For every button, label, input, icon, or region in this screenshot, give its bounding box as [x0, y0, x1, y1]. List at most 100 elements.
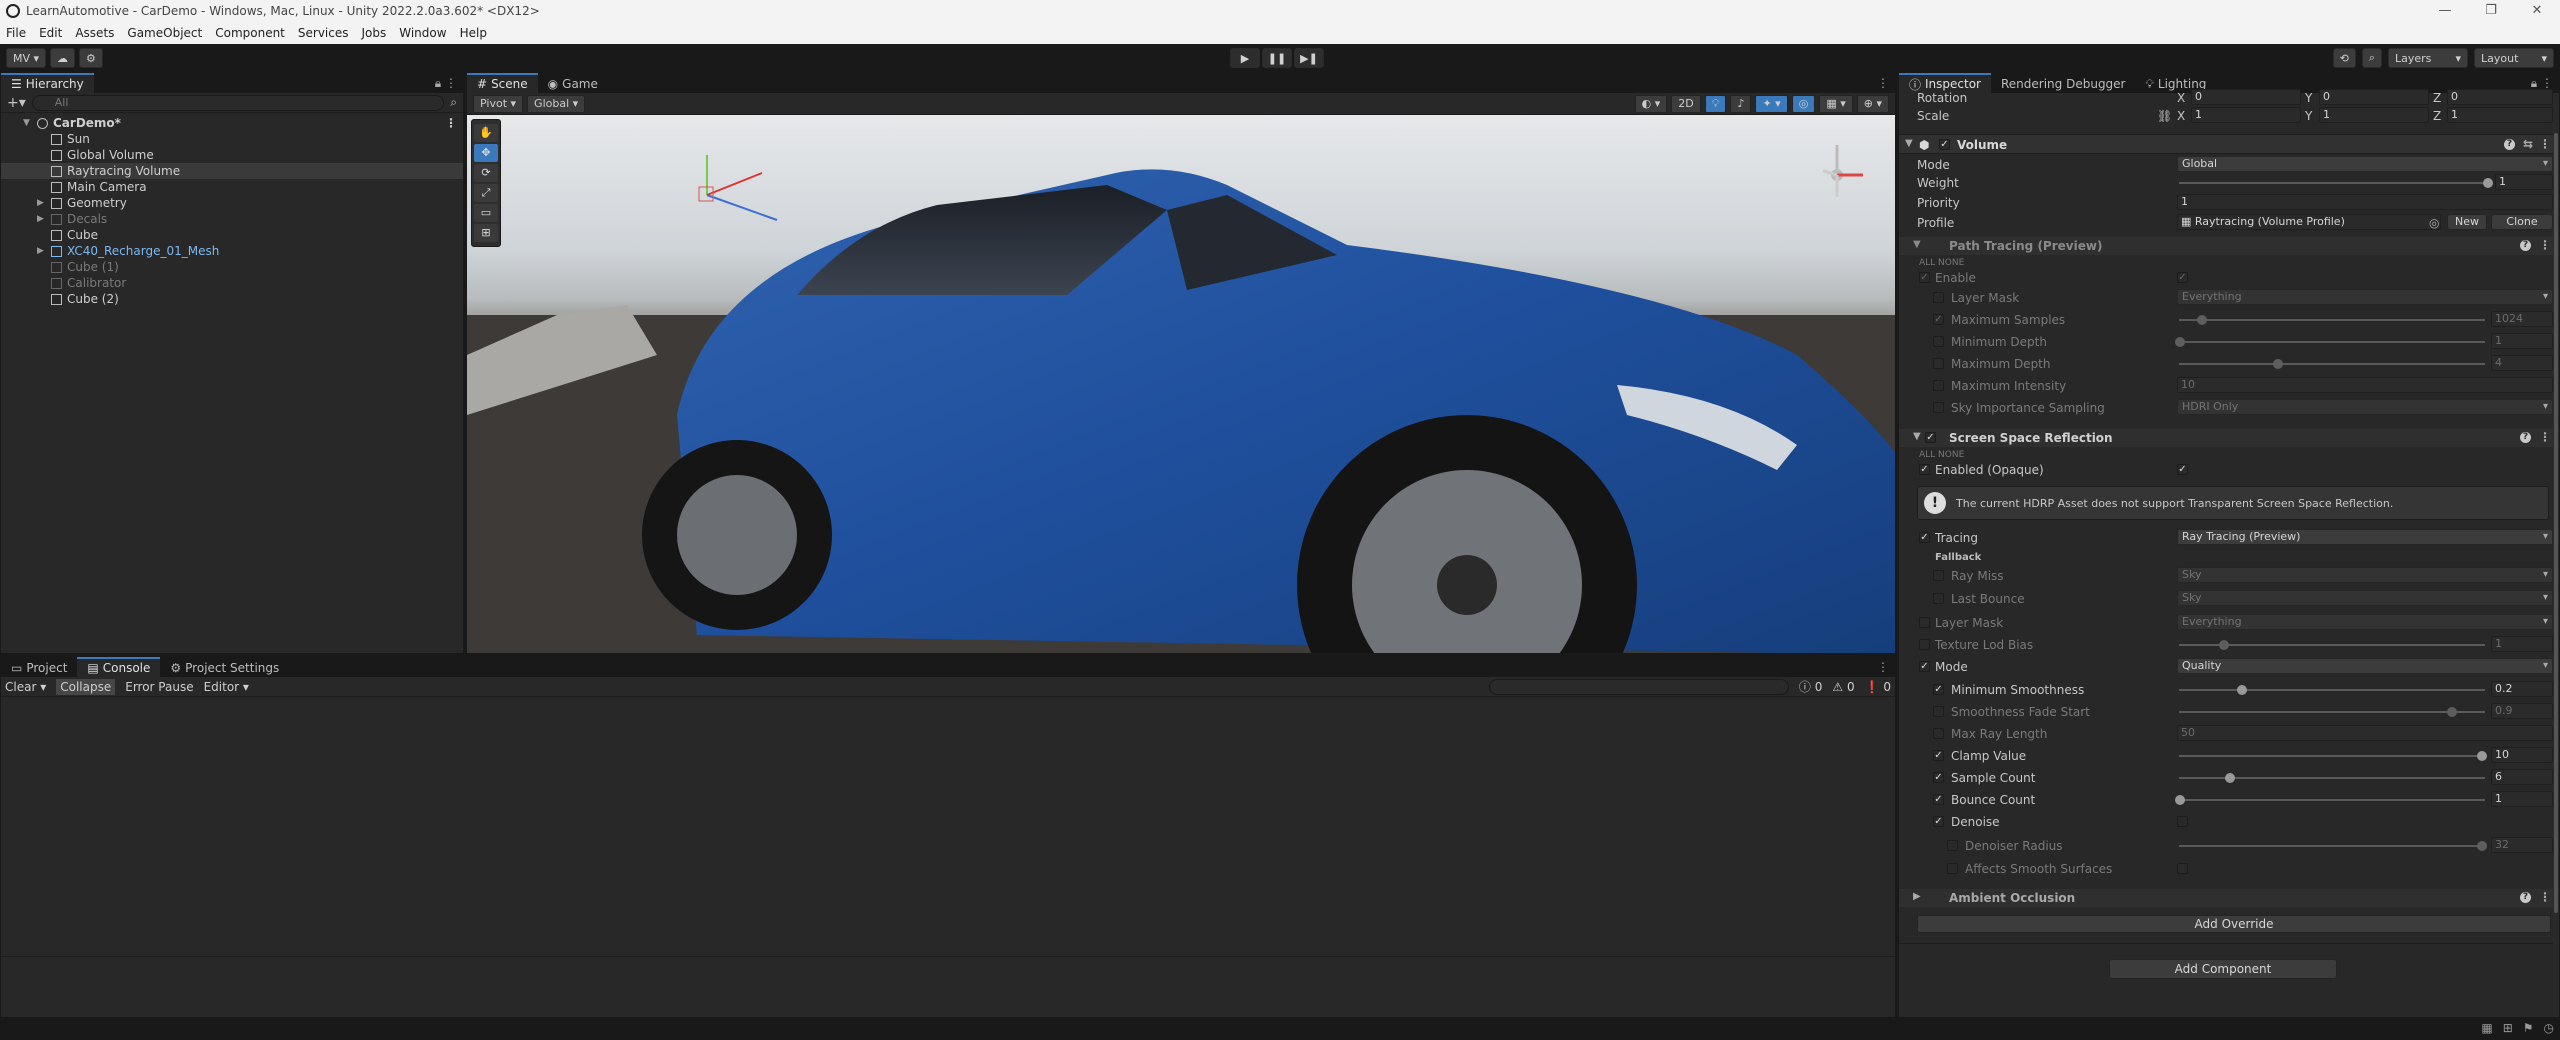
context-menu-icon[interactable]: ⋮	[2539, 890, 2551, 904]
ssr-texture-lod-field[interactable]: 1	[2491, 636, 2553, 652]
hierarchy-item[interactable]: Sun	[1, 131, 463, 147]
hierarchy-item[interactable]: ▶ Geometry	[1, 195, 463, 211]
collab-icon[interactable]: ⚙	[79, 48, 103, 68]
rotation-y-field[interactable]: 0	[2319, 89, 2429, 105]
global-dropdown[interactable]: Global ▾	[527, 94, 586, 113]
gizmos-icon[interactable]: ⊕ ▾	[1856, 94, 1889, 113]
menu-window[interactable]: Window	[399, 26, 446, 40]
help-icon[interactable]: ?	[2520, 432, 2531, 443]
editor-dropdown[interactable]: Editor ▾	[204, 680, 249, 694]
object-picker-icon[interactable]: ◎	[2429, 216, 2439, 230]
pt-enable-checkbox[interactable]: ✓	[2177, 272, 2188, 283]
scene-viewport[interactable]: ✋ ✥ ⟳ ⤢ ▭ ⊞	[467, 115, 1895, 653]
maximize-button[interactable]: ❐	[2468, 0, 2514, 22]
ssr-layer-mask-override-checkbox[interactable]	[1919, 617, 1930, 628]
tab-project-settings[interactable]: ⚙ Project Settings	[160, 657, 290, 677]
ssr-smooth-fade-slider-track[interactable]	[2179, 711, 2485, 713]
add-icon[interactable]: +▾	[7, 95, 26, 111]
clear-button[interactable]: Clear ▾	[5, 680, 46, 694]
menu-assets[interactable]: Assets	[75, 26, 114, 40]
expand-arrow-icon[interactable]: ▶	[37, 211, 47, 227]
scale-y-field[interactable]: 1	[2319, 107, 2429, 123]
expand-arrow-icon[interactable]: ▶	[37, 243, 47, 259]
pt-enable-override-checkbox[interactable]: ✓	[1919, 272, 1930, 283]
move-tool-icon[interactable]: ✥	[474, 144, 498, 162]
ssr-sample-count-slider-knob[interactable]	[2225, 773, 2235, 783]
ssr-bounce-count-slider-track[interactable]	[2179, 799, 2485, 801]
ssr-denoise-override-checkbox[interactable]: ✓	[1933, 816, 1944, 827]
pt-max-depth-slider-knob[interactable]	[2273, 359, 2283, 369]
volume-priority-field[interactable]: 1	[2177, 194, 2553, 210]
hierarchy-search-input[interactable]: All	[31, 94, 445, 111]
hierarchy-item[interactable]: Main Camera	[1, 179, 463, 195]
filter-icon[interactable]: ⌕	[450, 95, 457, 110]
scale-z-field[interactable]: 1	[2447, 107, 2553, 123]
scale-x-field[interactable]: 1	[2191, 107, 2301, 123]
ssr-clamp-slider-track[interactable]	[2179, 755, 2485, 757]
pt-max-samples-slider-track[interactable]	[2179, 319, 2485, 321]
ssr-min-smooth-slider-track[interactable]	[2179, 689, 2485, 691]
hidden-objects-icon[interactable]: ◎	[1791, 94, 1816, 113]
ambient-occlusion-header[interactable]: ▶ Ambient Occlusion ? ⋮	[1899, 889, 2559, 907]
bake-icon[interactable]: ▦	[2481, 1021, 2492, 1035]
ssr-affects-smooth-override-checkbox[interactable]	[1947, 863, 1958, 874]
ssr-clamp-override-checkbox[interactable]: ✓	[1933, 750, 1944, 761]
orientation-gizmo[interactable]	[1822, 145, 1863, 197]
ssr-denoiser-radius-override-checkbox[interactable]	[1947, 840, 1958, 851]
tab-scene[interactable]: # Scene	[467, 73, 538, 93]
pt-min-depth-slider-track[interactable]	[2179, 341, 2485, 343]
volume-profile-field[interactable]: ▦ Raytracing (Volume Profile)	[2177, 214, 2441, 230]
help-icon[interactable]: ?	[2520, 240, 2531, 251]
menu-services[interactable]: Services	[298, 26, 349, 40]
error-count[interactable]: ❗ 0	[1865, 680, 1891, 694]
mode-2d-button[interactable]: 2D	[1671, 94, 1701, 113]
rect-tool-icon[interactable]: ▭	[474, 204, 498, 222]
inspector-scrollbar-thumb[interactable]	[2554, 133, 2558, 913]
ssr-denoiser-radius-slider-knob[interactable]	[2477, 841, 2487, 851]
ssr-min-smooth-slider-knob[interactable]	[2237, 685, 2247, 695]
ssr-ray-miss-dropdown[interactable]: Sky	[2177, 567, 2553, 583]
lighting-icon[interactable]: 💡︎	[1704, 94, 1727, 113]
transform-tool-icon[interactable]: ⊞	[474, 224, 498, 242]
ssr-texture-lod-slider-knob[interactable]	[2219, 640, 2229, 650]
scale-tool-icon[interactable]: ⤢	[474, 184, 498, 202]
help-icon[interactable]: ?	[2504, 139, 2515, 150]
menu-file[interactable]: File	[6, 26, 26, 40]
pt-layer-mask-override-checkbox[interactable]	[1933, 292, 1944, 303]
ssr-affects-smooth-checkbox[interactable]	[2177, 863, 2188, 874]
console-search-input[interactable]	[1488, 678, 1789, 695]
pt-max-depth-field[interactable]: 4	[2491, 355, 2553, 371]
scene-menu-icon[interactable]: ⋮	[1877, 76, 1889, 90]
ssr-bounce-count-override-checkbox[interactable]: ✓	[1933, 794, 1944, 805]
ssr-denoiser-radius-slider-track[interactable]	[2179, 845, 2485, 847]
weight-slider-track[interactable]	[2179, 182, 2489, 184]
ssr-denoise-checkbox[interactable]	[2177, 816, 2188, 827]
menu-gameobject[interactable]: GameObject	[127, 26, 202, 40]
pt-min-depth-slider-knob[interactable]	[2175, 337, 2185, 347]
scene-context-menu-icon[interactable]: ⋮	[445, 115, 457, 131]
play-button[interactable]: ▶	[1230, 48, 1260, 68]
pt-max-samples-slider-knob[interactable]	[2197, 315, 2207, 325]
account-dropdown[interactable]: MV ▾	[6, 48, 47, 68]
rotation-x-field[interactable]: 0	[2191, 89, 2301, 105]
collapse-button[interactable]: Collapse	[56, 678, 116, 695]
warning-count[interactable]: ⚠ 0	[1832, 680, 1854, 694]
expand-arrow-icon[interactable]: ▶	[37, 195, 47, 211]
ssr-layer-mask-dropdown[interactable]: Everything	[2177, 614, 2553, 630]
ssr-denoiser-radius-field[interactable]: 32	[2491, 837, 2553, 853]
volume-weight-field[interactable]: 1	[2495, 174, 2553, 190]
hierarchy-item[interactable]: ▶ XC40_Recharge_01_Mesh	[1, 243, 463, 259]
ssr-enabled-checkbox[interactable]: ✓	[1925, 432, 1936, 443]
add-component-button[interactable]: Add Component	[2109, 959, 2337, 979]
ssr-tracing-override-checkbox[interactable]: ✓	[1919, 532, 1930, 543]
camera-icon[interactable]: ▦ ▾	[1819, 94, 1853, 113]
ssr-clamp-field[interactable]: 10	[2491, 747, 2553, 763]
ssr-all-none[interactable]: ALL NONE	[1919, 450, 1964, 460]
menu-jobs[interactable]: Jobs	[362, 26, 387, 40]
collapse-arrow-icon[interactable]: ▼	[23, 115, 33, 131]
ssr-header[interactable]: ▼ ✓ Screen Space Reflection ? ⋮	[1899, 429, 2559, 447]
effects-icon[interactable]: ✦ ▾	[1755, 94, 1788, 113]
tab-project[interactable]: ▭ Project	[1, 657, 78, 677]
pt-max-intensity-field[interactable]: 10	[2177, 377, 2553, 393]
tab-hierarchy[interactable]: ☰ Hierarchy	[1, 73, 94, 93]
